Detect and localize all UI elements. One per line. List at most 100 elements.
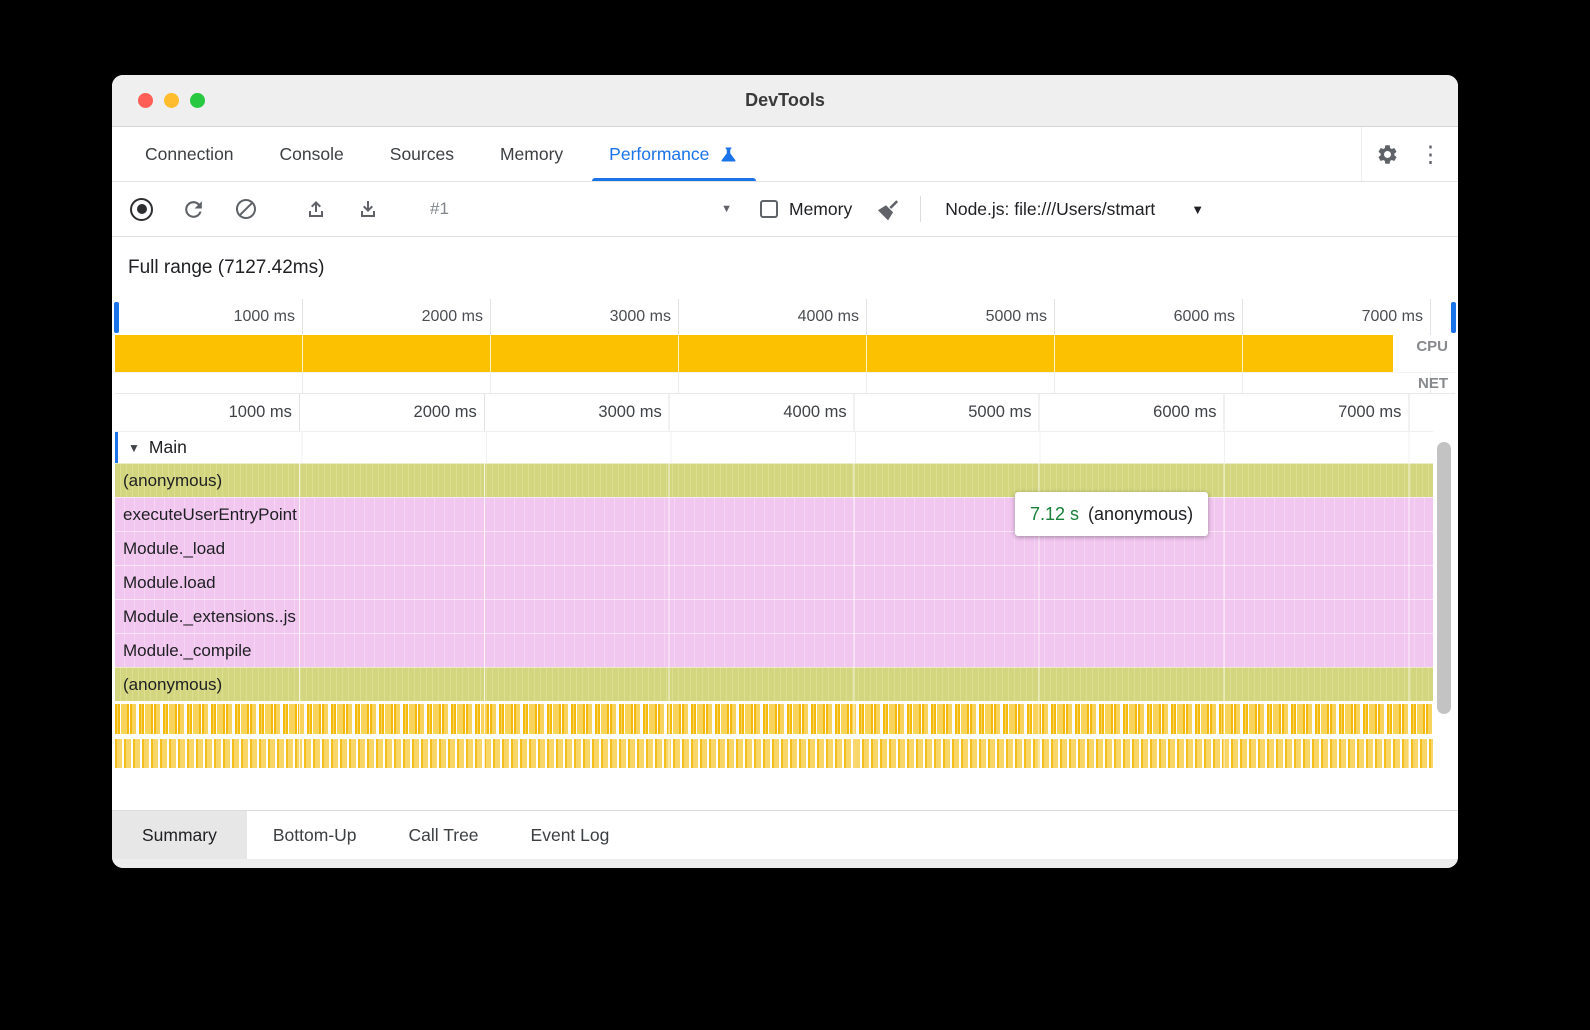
memory-toggle[interactable]: Memory (760, 199, 852, 220)
cpu-activity-fill (115, 335, 1393, 372)
flame-frame-module-load[interactable]: Module.load (115, 565, 1433, 599)
close-button[interactable] (138, 93, 153, 108)
ruler-tick: 5000 ms (968, 394, 1039, 431)
frame-label: Module._extensions..js (123, 607, 296, 627)
ruler-tick: 7000 ms (1338, 394, 1409, 431)
frame-label: Module._compile (123, 641, 252, 661)
ruler-tick: 2000 ms (414, 394, 485, 431)
reload-and-record-button[interactable] (181, 197, 206, 222)
window-footer (112, 859, 1458, 868)
tab-memory-label: Memory (500, 144, 563, 165)
range-handle-right[interactable] (1451, 302, 1456, 333)
flame-frame-module-load-underscore[interactable]: Module._load (115, 531, 1433, 565)
ruler-tick: 4000 ms (783, 394, 854, 431)
flame-frame-anonymous-2[interactable]: (anonymous) (115, 667, 1433, 701)
tab-memory[interactable]: Memory (477, 127, 586, 181)
main-track-header[interactable]: ▼ Main (115, 432, 1433, 463)
ruler-tick: 6000 ms (1153, 394, 1224, 431)
tab-call-tree[interactable]: Call Tree (383, 811, 505, 859)
frame-label: Module._load (123, 539, 225, 559)
target-label: Node.js: file:///Users/stmart (945, 199, 1155, 220)
ruler-tick: 5000 ms (986, 299, 1055, 335)
flame-ruler: 1000 ms 2000 ms 3000 ms 4000 ms 5000 ms … (115, 394, 1433, 432)
ruler-tick: 4000 ms (798, 299, 867, 335)
flame-frame-anonymous[interactable]: (anonymous) (115, 463, 1433, 497)
timeline-overview[interactable]: 1000 ms 2000 ms 3000 ms 4000 ms 5000 ms … (115, 299, 1455, 394)
vertical-scrollbar[interactable] (1437, 442, 1452, 714)
collapse-triangle-icon[interactable]: ▼ (128, 441, 140, 455)
panel-actions: ⋮ (1361, 127, 1442, 181)
frame-label: (anonymous) (123, 675, 222, 695)
cpu-track[interactable]: CPU (115, 335, 1455, 372)
frame-label: executeUserEntryPoint (123, 505, 297, 525)
frame-tooltip: 7.12 s (anonymous) (1015, 492, 1208, 536)
tooltip-duration: 7.12 s (1030, 504, 1079, 525)
ruler-tick: 7000 ms (1362, 299, 1431, 335)
title-bar: DevTools (112, 75, 1458, 127)
full-range-label: Full range (7127.42ms) (115, 237, 1455, 299)
tab-connection[interactable]: Connection (122, 127, 257, 181)
ruler-tick: 2000 ms (422, 299, 491, 335)
target-select[interactable]: Node.js: file:///Users/stmart ▼ (945, 199, 1204, 220)
micro-frames-band[interactable] (115, 704, 1433, 734)
tab-performance-label: Performance (609, 144, 709, 165)
cpu-track-label: CPU (1416, 338, 1448, 355)
panel-tabs: Connection Console Sources Memory Perfor… (122, 127, 762, 181)
chevron-down-icon: ▼ (721, 203, 732, 215)
detail-tab-bar: Summary Bottom-Up Call Tree Event Log (112, 810, 1458, 859)
ruler-tick: 1000 ms (229, 394, 300, 431)
flame-chart: 1000 ms 2000 ms 3000 ms 4000 ms 5000 ms … (115, 394, 1455, 810)
net-track[interactable]: NET (115, 372, 1455, 393)
toolbar-divider (920, 196, 921, 222)
ruler-tick: 6000 ms (1174, 299, 1243, 335)
history-value: #1 (430, 199, 449, 219)
ruler-tick: 3000 ms (598, 394, 669, 431)
block-icon (234, 197, 258, 221)
minimize-button[interactable] (164, 93, 179, 108)
gridlines (115, 373, 1455, 393)
memory-checkbox[interactable] (760, 200, 778, 218)
settings-icon[interactable] (1376, 143, 1399, 166)
panel-tab-bar: Connection Console Sources Memory Perfor… (112, 127, 1458, 182)
overview-tracks[interactable]: CPU NET (115, 335, 1455, 393)
clear-recordings-button[interactable] (234, 197, 258, 221)
record-icon (137, 204, 147, 214)
flask-icon (718, 144, 739, 165)
save-profile-button[interactable] (356, 197, 380, 221)
zoom-button[interactable] (190, 93, 205, 108)
tab-summary-label: Summary (142, 825, 217, 846)
tab-bottom-up[interactable]: Bottom-Up (247, 811, 383, 859)
flame-frame-executeuserentrypoint[interactable]: executeUserEntryPoint (115, 497, 1433, 531)
overview-ruler: 1000 ms 2000 ms 3000 ms 4000 ms 5000 ms … (115, 299, 1455, 335)
tab-event-log[interactable]: Event Log (505, 811, 636, 859)
traffic-lights (138, 93, 205, 108)
tab-call-tree-label: Call Tree (409, 825, 479, 846)
record-button[interactable] (130, 198, 153, 221)
tab-performance[interactable]: Performance (586, 127, 762, 181)
flame-frame-module-compile[interactable]: Module._compile (115, 633, 1433, 667)
net-track-label: NET (1418, 375, 1448, 392)
flame-frame-module-extensions-js[interactable]: Module._extensions..js (115, 599, 1433, 633)
tab-summary[interactable]: Summary (112, 811, 247, 859)
tab-connection-label: Connection (145, 144, 234, 165)
load-profile-button[interactable] (304, 197, 328, 221)
tab-sources[interactable]: Sources (367, 127, 477, 181)
target-chevron-down-icon: ▼ (1191, 202, 1204, 217)
micro-frames-band[interactable] (115, 739, 1433, 768)
performance-toolbar: #1 ▼ Memory Node.js: file:///Users/stmar… (112, 182, 1458, 237)
scrollbar-thumb[interactable] (1437, 442, 1451, 714)
history-select[interactable]: #1 ▼ (430, 199, 732, 219)
upload-icon (304, 197, 328, 221)
range-handle-left[interactable] (114, 302, 119, 333)
collect-garbage-button[interactable] (876, 196, 902, 222)
more-menu-icon[interactable]: ⋮ (1419, 143, 1442, 166)
tab-console[interactable]: Console (257, 127, 367, 181)
frame-label: (anonymous) (123, 471, 222, 491)
frame-label: Module.load (123, 573, 216, 593)
tab-bottom-up-label: Bottom-Up (273, 825, 357, 846)
flame-rows: (anonymous) executeUserEntryPoint Module… (115, 463, 1433, 768)
tab-console-label: Console (280, 144, 344, 165)
ruler-tick: 1000 ms (234, 299, 303, 335)
tooltip-name: (anonymous) (1088, 504, 1193, 525)
window-title: DevTools (112, 90, 1458, 111)
